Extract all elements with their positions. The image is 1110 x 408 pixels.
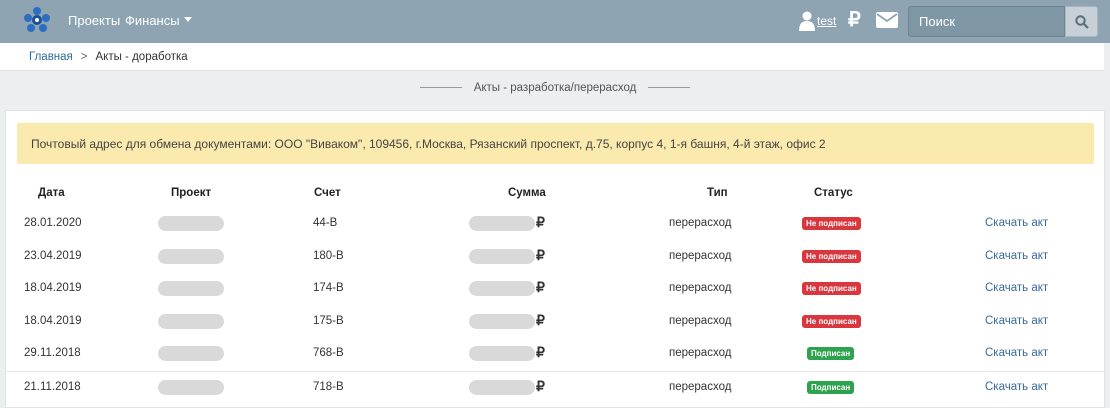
ruble-icon: ₽ [536, 214, 545, 230]
row-invoice: 718-В [313, 380, 344, 393]
row-type: перерасход [669, 249, 732, 262]
project-name-redacted [158, 216, 224, 231]
header-amount: Сумма [508, 187, 546, 199]
header-status: Статус [814, 187, 853, 199]
row-invoice: 180-В [313, 249, 344, 262]
ruble-icon[interactable]: ₽ [848, 9, 861, 31]
project-name-redacted [158, 281, 224, 296]
mail-address-notice: Почтовый адрес для обмена документами: О… [17, 123, 1094, 164]
breadcrumb-separator: > [80, 50, 88, 63]
company-logo-icon[interactable] [23, 6, 51, 34]
mail-icon[interactable] [876, 12, 898, 28]
row-date: 28.01.2020 [24, 217, 82, 229]
table-row: 18.04.2019 175-В ₽ перерасход Не подписан Ска… [6, 306, 1104, 338]
header-type: Тип [707, 187, 728, 199]
table-row: 21.11.2018 718-В ₽ перерасход Подписан Скачат… [6, 370, 1104, 403]
download-act-link[interactable]: Скачать акт [985, 381, 1048, 393]
amount-redacted [469, 313, 535, 329]
status-badge: Не подписан [802, 217, 861, 230]
header-date: Дата [38, 187, 65, 199]
row-date: 29.11.2018 [24, 347, 81, 359]
download-act-link[interactable]: Скачать акт [985, 347, 1048, 359]
row-invoice: 175-В [313, 314, 344, 327]
project-name-redacted [158, 248, 224, 264]
breadcrumb: Главная > Акты - доработка [0, 43, 1104, 71]
user-name: test [817, 14, 837, 28]
row-date: 23.04.2019 [24, 249, 82, 262]
download-act-link[interactable]: Скачать акт [985, 217, 1048, 229]
amount-redacted [469, 281, 535, 296]
row-invoice: 768-В [313, 347, 344, 359]
ruble-icon: ₽ [536, 279, 545, 295]
status-badge: Подписан [807, 347, 855, 360]
user-icon [799, 11, 815, 31]
header-project: Проект [171, 187, 212, 199]
row-date: 18.04.2019 [24, 314, 82, 327]
title-divider-right [648, 87, 691, 89]
header-invoice: Счет [314, 187, 341, 199]
user-menu[interactable]: test [799, 11, 836, 31]
amount-redacted [469, 346, 535, 361]
project-name-redacted [158, 379, 224, 395]
top-navbar: Проекты Финансы test ₽ [0, 0, 1110, 43]
row-invoice: 174-В [313, 282, 344, 294]
nav-finance-label: Финансы [125, 13, 180, 28]
project-name-redacted [158, 313, 224, 329]
title-divider-left [419, 87, 462, 89]
search-button[interactable] [1065, 6, 1098, 37]
download-act-link[interactable]: Скачать акт [985, 282, 1048, 294]
amount-redacted [469, 248, 535, 264]
chevron-down-icon [183, 17, 192, 23]
row-date: 21.11.2018 [24, 380, 81, 393]
ruble-icon: ₽ [536, 311, 545, 328]
ruble-icon: ₽ [536, 377, 545, 394]
nav-finance-dropdown[interactable]: Финансы [125, 13, 192, 28]
ruble-icon: ₽ [536, 246, 545, 263]
row-invoice: 44-В [313, 217, 338, 229]
status-badge: Не подписан [802, 249, 861, 263]
status-badge: Подписан [807, 380, 855, 394]
breadcrumb-current: Акты - доработка [95, 50, 188, 63]
search-icon [1074, 14, 1089, 29]
status-badge: Не подписан [802, 314, 861, 328]
table-row: 29.11.2018 768-В ₽ перерасход Подписан Скачат… [6, 338, 1104, 370]
download-act-link[interactable]: Скачать акт [985, 315, 1048, 327]
notice-text: Почтовый адрес для обмена документами: О… [31, 136, 826, 151]
search-input[interactable] [908, 6, 1065, 37]
acts-panel: Почтовый адрес для обмена документами: О… [5, 110, 1105, 408]
ruble-icon: ₽ [536, 344, 545, 360]
status-badge: Не подписан [802, 282, 861, 295]
section-title: Акты - разработка/перерасход [0, 82, 1110, 94]
project-name-redacted [158, 346, 224, 361]
section-title-text: Акты - разработка/перерасход [473, 82, 637, 94]
row-type: перерасход [669, 217, 732, 229]
row-type: перерасход [669, 282, 732, 294]
amount-redacted [469, 379, 535, 395]
table-row: 28.01.2020 44-В ₽ перерасход Не подписан Скач… [6, 208, 1104, 240]
table-row: 18.04.2019 174-В ₽ перерасход Не подписан Ска… [6, 273, 1104, 305]
row-type: перерасход [669, 347, 732, 359]
nav-projects-link[interactable]: Проекты [68, 13, 120, 28]
row-type: перерасход [669, 314, 732, 327]
download-act-link[interactable]: Скачать акт [985, 250, 1048, 262]
breadcrumb-home-link[interactable]: Главная [29, 51, 73, 63]
row-date: 18.04.2019 [24, 282, 82, 294]
amount-redacted [469, 216, 535, 231]
table-row: 23.04.2019 180-В ₽ перерасход Не подписан Ска… [6, 241, 1104, 273]
row-type: перерасход [669, 380, 732, 393]
